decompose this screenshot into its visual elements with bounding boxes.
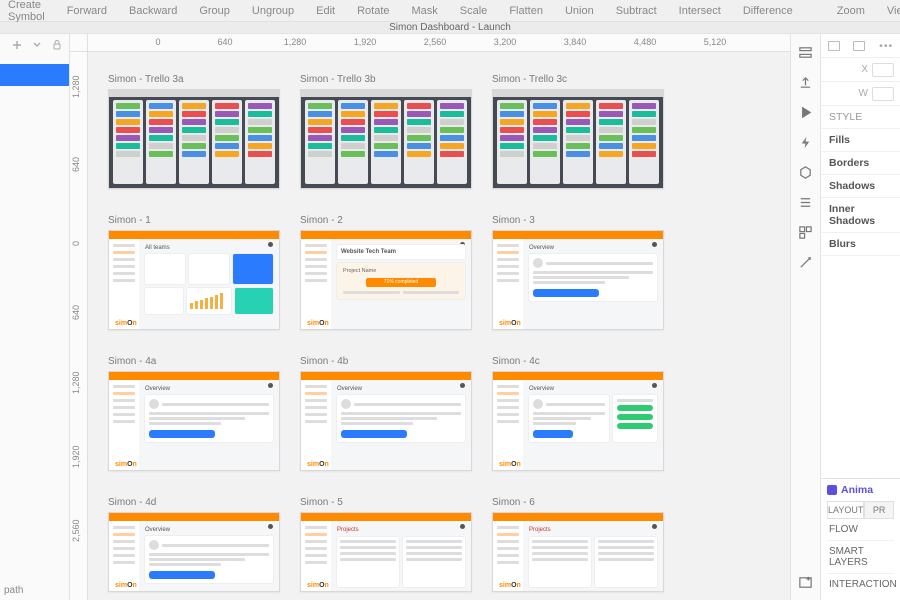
artboard-thumb[interactable]: OverviewsimOn	[492, 230, 664, 330]
artboard-label: Simon - 1	[108, 215, 280, 226]
menu-scale[interactable]: Scale	[460, 5, 488, 17]
wand-icon[interactable]	[798, 254, 814, 270]
bolt-icon[interactable]	[798, 134, 814, 150]
export-icon[interactable]	[798, 74, 814, 90]
artboard[interactable]: Simon - 2 Website Tech TeamProject Name71…	[300, 215, 472, 330]
artboard-label: Simon - Trello 3a	[108, 74, 280, 85]
artboard[interactable]: Simon - Trello 3a	[108, 74, 280, 189]
artboard-label: Simon - 2	[300, 215, 472, 226]
menu-rotate[interactable]: Rotate	[357, 5, 389, 17]
canvas[interactable]: 0 640 1,280 1,920 2,560 3,200 3,840 4,48…	[70, 34, 790, 600]
menu-create-symbol[interactable]: Create Symbol	[8, 0, 45, 23]
artboard[interactable]: Simon - 4d OverviewsimOn	[108, 497, 280, 592]
menu-backward[interactable]: Backward	[129, 5, 177, 17]
shadows-section[interactable]: Shadows	[821, 175, 900, 198]
fills-section[interactable]: Fills	[821, 129, 900, 152]
artboard-label: Simon - Trello 3c	[492, 74, 664, 85]
align-icon[interactable]	[798, 44, 814, 60]
anima-tab-pr[interactable]: PR	[864, 501, 894, 519]
artboard-thumb[interactable]: OverviewsimOn	[492, 371, 664, 471]
anima-smart-layers[interactable]: SMART LAYERS	[827, 541, 894, 574]
w-field[interactable]	[872, 87, 894, 101]
menu-intersect[interactable]: Intersect	[679, 5, 721, 17]
image-add-icon[interactable]	[798, 574, 814, 590]
menu-ungroup[interactable]: Ungroup	[252, 5, 294, 17]
menu-edit[interactable]: Edit	[316, 5, 335, 17]
artboard[interactable]: Simon - 6 ProjectssimOn	[492, 497, 664, 592]
layers-panel: path	[0, 34, 70, 600]
artboard[interactable]: Simon - Trello 3b	[300, 74, 472, 189]
anima-flow[interactable]: FLOW	[827, 519, 894, 541]
artboard-thumb[interactable]	[492, 89, 664, 189]
menu-subtract[interactable]: Subtract	[616, 5, 657, 17]
play-icon[interactable]	[798, 104, 814, 120]
artboard-thumb[interactable]	[300, 89, 472, 189]
lock-icon[interactable]	[51, 39, 63, 54]
hexagon-icon[interactable]	[798, 164, 814, 180]
artboard[interactable]: Simon - 5 ProjectssimOn	[300, 497, 472, 592]
artboard-label: Simon - 5	[300, 497, 472, 508]
menu-mask[interactable]: Mask	[412, 5, 438, 17]
menu-zoom[interactable]: Zoom	[837, 5, 865, 17]
inspector-align-bar[interactable]: •••	[821, 34, 900, 58]
artboard[interactable]: Simon - 4c OverviewsimOn	[492, 356, 664, 471]
artboard-thumb[interactable]	[108, 89, 280, 189]
anima-tab-layout[interactable]: LAYOUT	[827, 501, 864, 519]
artboard-label: Simon - 4a	[108, 356, 280, 367]
artboard-thumb[interactable]: ProjectssimOn	[300, 512, 472, 592]
artboard-label: Simon - 4b	[300, 356, 472, 367]
artboard[interactable]: Simon - 1 All teamssimOn	[108, 215, 280, 330]
artboard-thumb[interactable]: OverviewsimOn	[300, 371, 472, 471]
menu-group[interactable]: Group	[199, 5, 230, 17]
artboard-label: Simon - 4d	[108, 497, 280, 508]
plugin-tool-strip	[790, 34, 820, 600]
app-menubar: Create Symbol Forward Backward Group Ung…	[0, 0, 900, 22]
artboard-label: Simon - 4c	[492, 356, 664, 367]
menu-view[interactable]: View	[887, 5, 900, 17]
blurs-section[interactable]: Blurs	[821, 233, 900, 256]
ruler-vertical: 1,280 640 0 640 1,280 1,920 2,560	[70, 52, 88, 600]
inspector-panel: ••• X W STYLE Fills Borders Shadows Inne…	[820, 34, 900, 600]
artboard[interactable]: Simon - 3 OverviewsimOn	[492, 215, 664, 330]
artboard[interactable]: Simon - Trello 3c	[492, 74, 664, 189]
anima-interaction[interactable]: INTERACTION	[827, 574, 894, 595]
artboard-thumb[interactable]: All teamssimOn	[108, 230, 280, 330]
chevron-down-icon[interactable]	[31, 39, 43, 54]
artboard-label: Simon - 6	[492, 497, 664, 508]
spacing-icon[interactable]	[798, 224, 814, 240]
anima-panel: Anima LAYOUT PR FLOW SMART LAYERS INTERA…	[821, 478, 900, 600]
artboard-thumb[interactable]: ProjectssimOn	[492, 512, 664, 592]
menu-forward[interactable]: Forward	[67, 5, 107, 17]
borders-section[interactable]: Borders	[821, 152, 900, 175]
style-header: STYLE	[821, 106, 900, 129]
document-title: Simon Dashboard - Launch	[0, 22, 900, 34]
filter-layers-label: path	[0, 581, 69, 600]
add-page-icon[interactable]	[11, 39, 23, 54]
menu-difference[interactable]: Difference	[743, 5, 793, 17]
artboard[interactable]: Simon - 4a OverviewsimOn	[108, 356, 280, 471]
artboard-label: Simon - Trello 3b	[300, 74, 472, 85]
inner-shadows-section[interactable]: Inner Shadows	[821, 198, 900, 233]
menu-union[interactable]: Union	[565, 5, 594, 17]
artboard-thumb[interactable]: OverviewsimOn	[108, 512, 280, 592]
selected-layer-row[interactable]	[0, 64, 69, 86]
menu-flatten[interactable]: Flatten	[509, 5, 543, 17]
ruler-horizontal: 0 640 1,280 1,920 2,560 3,200 3,840 4,48…	[70, 34, 790, 52]
artboard-thumb[interactable]: OverviewsimOn	[108, 371, 280, 471]
list-icon[interactable]	[798, 194, 814, 210]
x-field[interactable]	[872, 63, 894, 77]
anima-logo-icon	[827, 485, 837, 495]
artboard-label: Simon - 3	[492, 215, 664, 226]
artboard[interactable]: Simon - 4b OverviewsimOn	[300, 356, 472, 471]
artboard-thumb[interactable]: Website Tech TeamProject Name71% complet…	[300, 230, 472, 330]
